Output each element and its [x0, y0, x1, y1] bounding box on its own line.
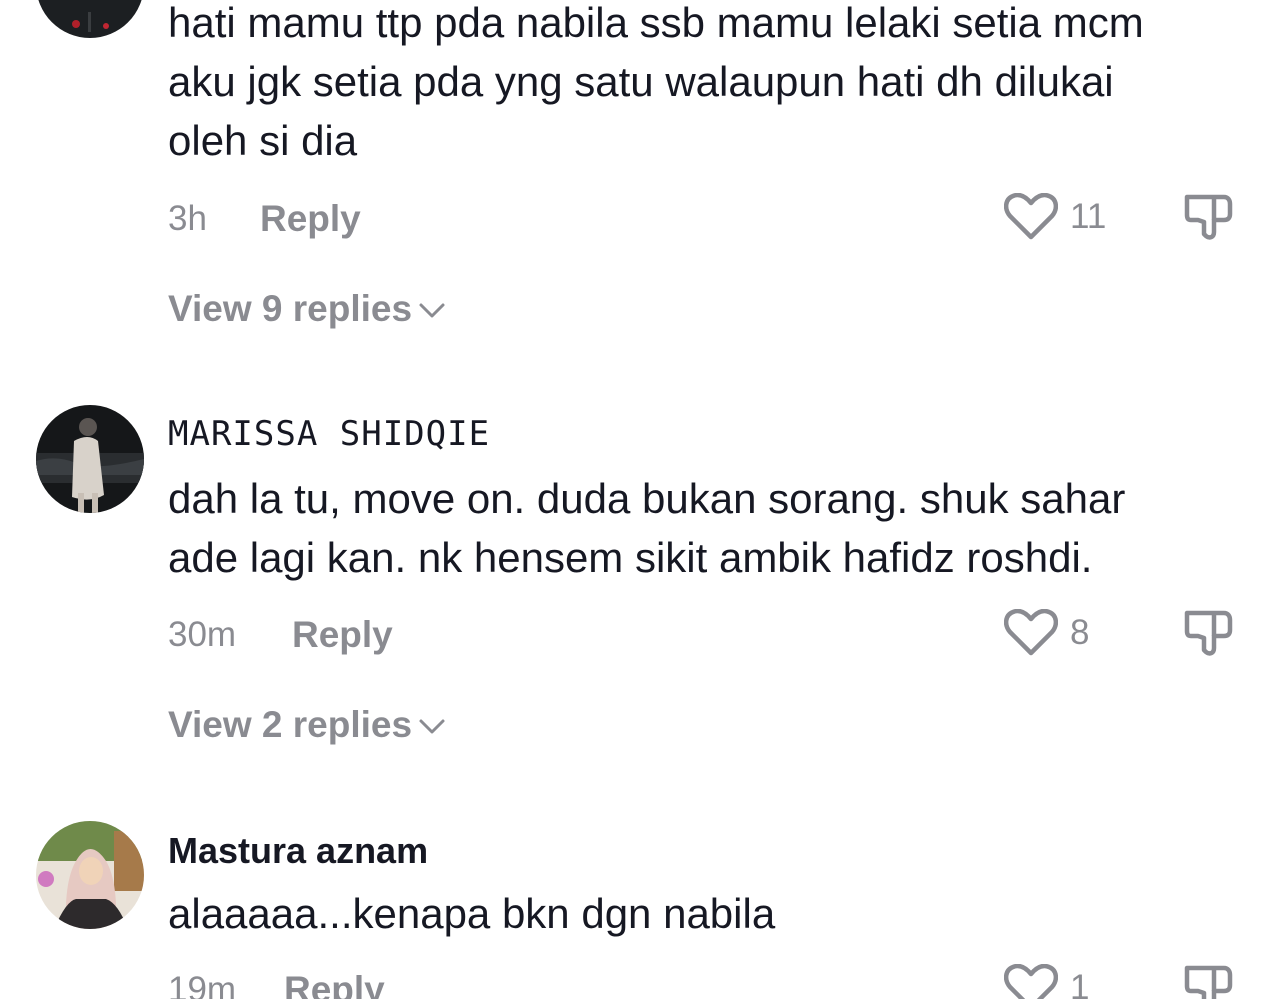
reply-button[interactable]: Reply — [292, 614, 393, 656]
comment-time: 3h — [168, 199, 207, 238]
comment-text-line: hati mamu ttp pda nabila ssb mamu lelaki… — [168, 0, 1144, 46]
comment-text-line: oleh si dia — [168, 117, 358, 164]
avatar-dark-image — [36, 0, 144, 38]
comment-text: dah la tu, move on. duda bukan sorang. s… — [168, 469, 1248, 587]
view-replies-button[interactable]: View 2 replies — [168, 704, 446, 746]
comment-text: hati mamu ttp pda nabila ssb mamu lelaki… — [168, 0, 1248, 170]
comment-time: 30m — [168, 615, 237, 654]
view-replies-label: View 9 replies — [168, 288, 413, 329]
heart-outline-icon — [1004, 964, 1058, 999]
reply-button[interactable]: Reply — [284, 969, 385, 999]
thumbs-down-outline-icon — [1184, 965, 1233, 999]
avatar[interactable] — [36, 0, 144, 38]
like-count: 8 — [1070, 613, 1090, 652]
reply-button[interactable]: Reply — [260, 198, 361, 240]
dislike-button[interactable] — [1184, 608, 1234, 658]
comments-list: hati mamu ttp pda nabila ssb mamu lelaki… — [0, 0, 1280, 999]
avatar-woman-hijab — [36, 821, 144, 929]
like-count: 11 — [1070, 197, 1107, 236]
comment-text-line: ade lagi kan. nk hensem sikit ambik hafi… — [168, 534, 1093, 581]
avatar[interactable] — [36, 821, 144, 929]
chevron-down-icon — [419, 303, 445, 318]
comment-text-line: dah la tu, move on. duda bukan sorang. s… — [168, 475, 1126, 522]
thumbs-down-outline-icon — [1184, 610, 1233, 656]
thumbs-down-outline-icon — [1184, 194, 1233, 240]
avatar-person-at-night — [36, 405, 144, 513]
view-replies-label: View 2 replies — [168, 704, 413, 745]
comment-text: alaaaaa...kenapa bkn dgn nabila — [168, 884, 1248, 943]
comment-text-line: alaaaaa...kenapa bkn dgn nabila — [168, 890, 776, 937]
like-button[interactable]: 8 — [1004, 609, 1089, 657]
comment-username[interactable]: Mastura aznam — [168, 830, 428, 872]
view-replies-button[interactable]: View 9 replies — [168, 288, 446, 330]
dislike-button[interactable] — [1184, 963, 1234, 999]
dislike-button[interactable] — [1184, 192, 1234, 242]
avatar[interactable] — [36, 405, 144, 513]
comment-text-line: aku jgk setia pda yng satu walaupun hati… — [168, 58, 1114, 105]
heart-outline-icon — [1004, 193, 1058, 240]
like-count: 1 — [1070, 968, 1090, 999]
chevron-down-icon — [419, 719, 445, 734]
comment-username[interactable]: MARISSA SHIDQIE — [168, 414, 490, 454]
comment-time: 19m — [168, 970, 237, 999]
like-button[interactable]: 1 — [1004, 964, 1089, 999]
heart-outline-icon — [1004, 609, 1058, 656]
like-button[interactable]: 11 — [1004, 193, 1106, 241]
